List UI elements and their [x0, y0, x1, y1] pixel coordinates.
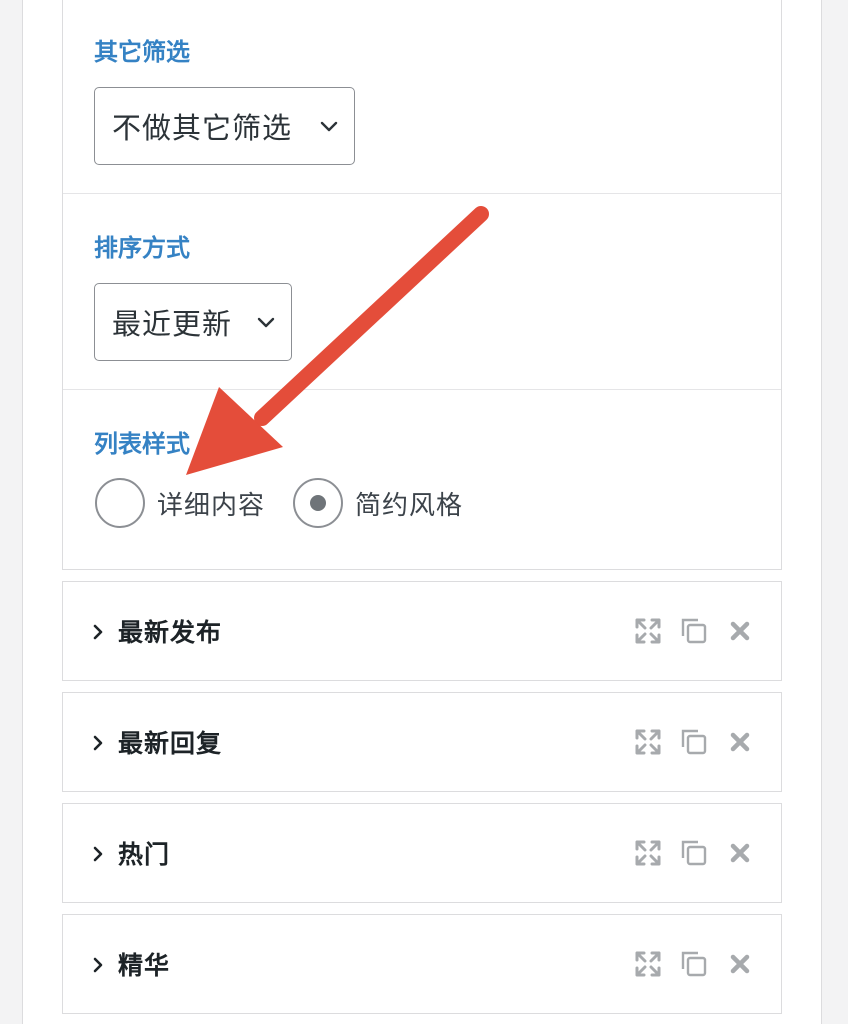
chevron-right-icon[interactable]	[91, 620, 107, 644]
close-icon[interactable]	[725, 838, 755, 868]
other-filter-label: 其它筛选	[94, 38, 190, 66]
editor-stage: 其它筛选 不做其它筛选 排序方式 最近更新 列表样式 详细内容 简约风格 最新发…	[0, 0, 848, 1024]
widget-item-featured[interactable]: 精华	[62, 914, 782, 1014]
list-style-label: 列表样式	[94, 430, 190, 458]
widget-settings-form: 其它筛选 不做其它筛选 排序方式 最近更新 列表样式 详细内容 简约风格	[62, 0, 782, 570]
chevron-down-icon	[255, 311, 277, 333]
fullscreen-icon[interactable]	[633, 838, 663, 868]
radio-checked-dot	[310, 495, 326, 511]
widget-title: 最新回复	[118, 729, 223, 758]
widget-tools	[633, 949, 755, 979]
list-style-field: 列表样式 详细内容 简约风格	[63, 390, 781, 568]
widget-tools	[633, 838, 755, 868]
copy-icon[interactable]	[679, 727, 709, 757]
chevron-right-icon[interactable]	[91, 953, 107, 977]
fullscreen-icon[interactable]	[633, 727, 663, 757]
radio-option-simple[interactable]: 简约风格	[293, 478, 463, 528]
radio-button-simple[interactable]	[293, 478, 343, 528]
copy-icon[interactable]	[679, 616, 709, 646]
sort-select-value: 最近更新	[112, 307, 233, 341]
close-icon[interactable]	[725, 949, 755, 979]
widget-item-latest-posts[interactable]: 最新发布	[62, 581, 782, 681]
sort-field: 排序方式 最近更新	[63, 194, 781, 390]
chevron-right-icon[interactable]	[91, 731, 107, 755]
copy-icon[interactable]	[679, 838, 709, 868]
sort-select[interactable]: 最近更新	[94, 283, 292, 361]
radio-label-simple: 简约风格	[355, 490, 464, 521]
sort-label: 排序方式	[94, 234, 190, 262]
widget-title: 热门	[118, 840, 171, 869]
radio-label-detailed: 详细内容	[157, 490, 266, 521]
radio-option-detailed[interactable]: 详细内容	[95, 478, 265, 528]
other-filter-select-value: 不做其它筛选	[112, 111, 293, 145]
widget-item-popular[interactable]: 热门	[62, 803, 782, 903]
chevron-down-icon	[318, 115, 340, 137]
chevron-right-icon[interactable]	[91, 842, 107, 866]
other-filter-select[interactable]: 不做其它筛选	[94, 87, 355, 165]
close-icon[interactable]	[725, 727, 755, 757]
widget-tools	[633, 616, 755, 646]
fullscreen-icon[interactable]	[633, 949, 663, 979]
widget-tools	[633, 727, 755, 757]
widget-item-latest-replies[interactable]: 最新回复	[62, 692, 782, 792]
other-filter-field: 其它筛选 不做其它筛选	[63, 0, 781, 194]
copy-icon[interactable]	[679, 949, 709, 979]
fullscreen-icon[interactable]	[633, 616, 663, 646]
radio-button-detailed[interactable]	[95, 478, 145, 528]
widget-title: 精华	[118, 951, 171, 980]
widget-title: 最新发布	[118, 618, 223, 647]
close-icon[interactable]	[725, 616, 755, 646]
